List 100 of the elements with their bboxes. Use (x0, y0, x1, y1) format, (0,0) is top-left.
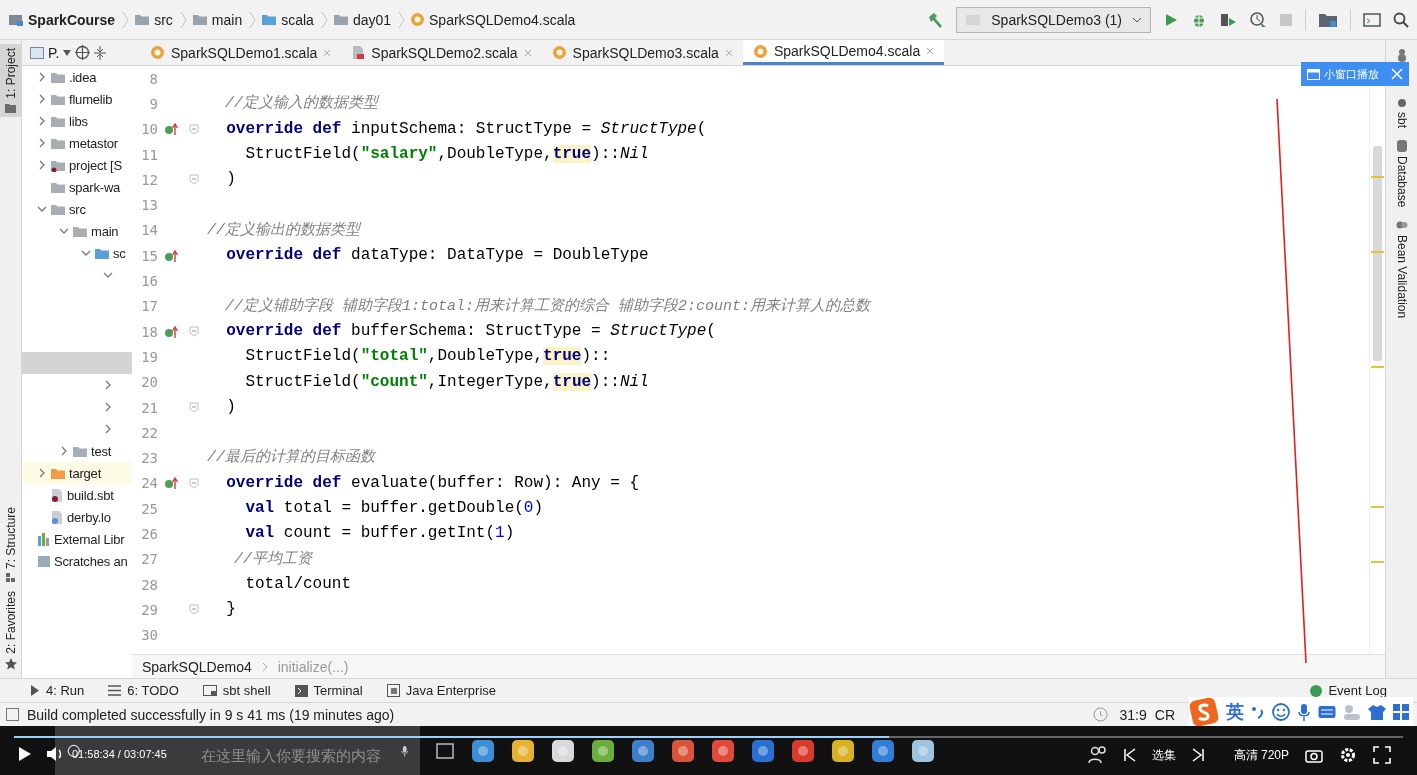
tree-item[interactable]: libs (69, 113, 88, 129)
app-icon[interactable] (590, 737, 616, 764)
tool-window-tab[interactable]: 7: Structure (0, 503, 21, 588)
file-tab[interactable]: SparkSQLDemo3.scala (541, 40, 743, 65)
fold-marker-icon[interactable] (189, 477, 199, 489)
close-icon[interactable] (926, 47, 935, 55)
scrollbar-thumb[interactable] (1373, 146, 1382, 361)
tree-item[interactable]: sc (113, 245, 126, 261)
task-view-icon[interactable] (434, 740, 456, 761)
event-log-button[interactable]: Event Log (1310, 683, 1387, 698)
tree-item[interactable]: derby.lo (67, 509, 111, 525)
tree-item[interactable]: project [S (69, 157, 122, 173)
override-marker-icon[interactable] (164, 248, 178, 263)
tool-window-tab[interactable]: 1: Project (0, 44, 21, 117)
code-token: override def (225, 321, 342, 340)
tool-window-tab[interactable]: sbt (1394, 98, 1409, 128)
run-configuration-dropdown[interactable]: SparkSQLDemo3 (1) (956, 6, 1151, 33)
view-selector[interactable]: P. (48, 44, 60, 61)
status-message: Build completed successfully in 9 s 41 ms (19 minutes ago) (27, 706, 395, 723)
layout-icon[interactable] (6, 708, 19, 721)
tool-window-tab[interactable]: Bean Validation (1394, 219, 1409, 319)
app-icon[interactable] (630, 737, 656, 764)
tree-item[interactable]: .idea (69, 69, 97, 85)
run-icon[interactable] (1163, 11, 1179, 28)
console-icon[interactable] (1363, 11, 1381, 28)
app-icon[interactable] (710, 737, 736, 764)
collapse-icon[interactable] (94, 45, 107, 60)
target-icon[interactable] (75, 45, 91, 60)
tool-window-button[interactable]: 6: TODO (108, 683, 179, 698)
code-token: ,DoubleType, (437, 144, 553, 163)
navigation-crumb[interactable]: SparkSQLDemo4 (142, 658, 252, 675)
microphone-icon[interactable] (1297, 703, 1311, 721)
search-icon[interactable] (1393, 11, 1409, 28)
breadcrumb-item[interactable]: scala (281, 11, 314, 28)
file-tab[interactable]: SparkSQLDemo2.scala (341, 40, 542, 65)
fold-marker-icon[interactable] (189, 402, 199, 413)
app-icon[interactable] (870, 737, 896, 764)
quality-button[interactable]: 高清 720P (1233, 746, 1289, 764)
tool-window-button[interactable]: Terminal (294, 683, 363, 698)
override-marker-icon[interactable] (164, 324, 178, 339)
grid-icon[interactable] (1393, 704, 1409, 720)
app-icon[interactable] (790, 737, 816, 764)
tree-item[interactable]: test (91, 443, 112, 459)
tree-item[interactable]: build.sbt (67, 487, 114, 503)
volume-icon[interactable] (46, 746, 64, 762)
app-icon[interactable] (510, 737, 536, 764)
tree-item[interactable]: src (69, 201, 86, 217)
tree-item[interactable]: flumelib (69, 91, 113, 107)
tree-item[interactable]: Scratches an (54, 553, 128, 569)
app-icon[interactable] (670, 737, 696, 764)
fold-marker-icon[interactable] (189, 604, 199, 616)
hammer-icon[interactable] (926, 10, 945, 29)
fullscreen-icon[interactable] (1373, 746, 1391, 764)
folder-grid-icon[interactable] (1318, 11, 1338, 28)
keyboard-icon[interactable] (1318, 705, 1336, 719)
tool-window-button[interactable]: sbt shell (202, 683, 271, 698)
line-number: 23 (140, 450, 158, 467)
people-icon[interactable] (1087, 746, 1108, 764)
file-icon (50, 509, 64, 525)
tree-item[interactable]: metastor (69, 135, 118, 151)
fold-marker-icon[interactable] (189, 326, 199, 338)
file-tab[interactable]: SparkSQLDemo4.scala (742, 40, 945, 65)
fold-marker-icon[interactable] (189, 174, 199, 186)
episodes-button[interactable]: 选集 (1151, 746, 1176, 764)
tool-window-button[interactable]: 4: Run (30, 683, 85, 698)
line-separator[interactable]: CR (1154, 706, 1175, 723)
app-icon[interactable] (750, 737, 776, 764)
punctuation-icon[interactable] (1251, 704, 1265, 720)
breadcrumb-item[interactable]: day01 (352, 11, 392, 28)
profiler-icon[interactable] (1249, 10, 1267, 29)
tool-window-tab[interactable]: 2: Favorites (0, 587, 21, 674)
caret-position[interactable]: 31:9 (1119, 706, 1147, 723)
override-marker-icon[interactable] (164, 476, 178, 491)
camera-icon[interactable] (1305, 747, 1323, 763)
input-method-logo[interactable] (1189, 697, 1219, 727)
fold-marker-icon[interactable] (189, 123, 199, 135)
breadcrumb-item[interactable]: main (211, 11, 243, 28)
app-icon[interactable] (910, 737, 936, 764)
previous-icon[interactable] (1123, 748, 1136, 762)
settings-icon[interactable] (1339, 746, 1357, 764)
input-language[interactable]: 英 (1226, 700, 1244, 724)
play-icon[interactable] (18, 746, 32, 762)
breadcrumb-item[interactable]: src (154, 11, 173, 28)
tree-item[interactable]: spark-wa (69, 179, 121, 195)
tool-window-tab[interactable]: Database (1394, 140, 1409, 208)
coverage-icon[interactable] (1219, 11, 1237, 28)
tool-window-button[interactable]: Java Enterprise (386, 683, 496, 698)
app-icon[interactable] (550, 737, 576, 764)
breadcrumb-item[interactable]: SparkCourse (28, 11, 116, 28)
next-icon[interactable] (1191, 748, 1204, 762)
shirt-icon[interactable] (1368, 704, 1386, 720)
file-tab[interactable]: SparkSQLDemo1.scala (140, 40, 342, 65)
tree-item[interactable]: External Libr (54, 531, 125, 547)
override-marker-icon[interactable] (164, 122, 178, 137)
breadcrumb-item[interactable]: SparkSQLDemo4.scala (429, 11, 576, 28)
app-icon[interactable] (830, 737, 856, 764)
ant-icon[interactable] (1395, 48, 1408, 62)
tree-item[interactable]: main (91, 223, 119, 239)
app-icon[interactable] (470, 737, 496, 764)
emoji-icon[interactable] (1272, 703, 1290, 721)
